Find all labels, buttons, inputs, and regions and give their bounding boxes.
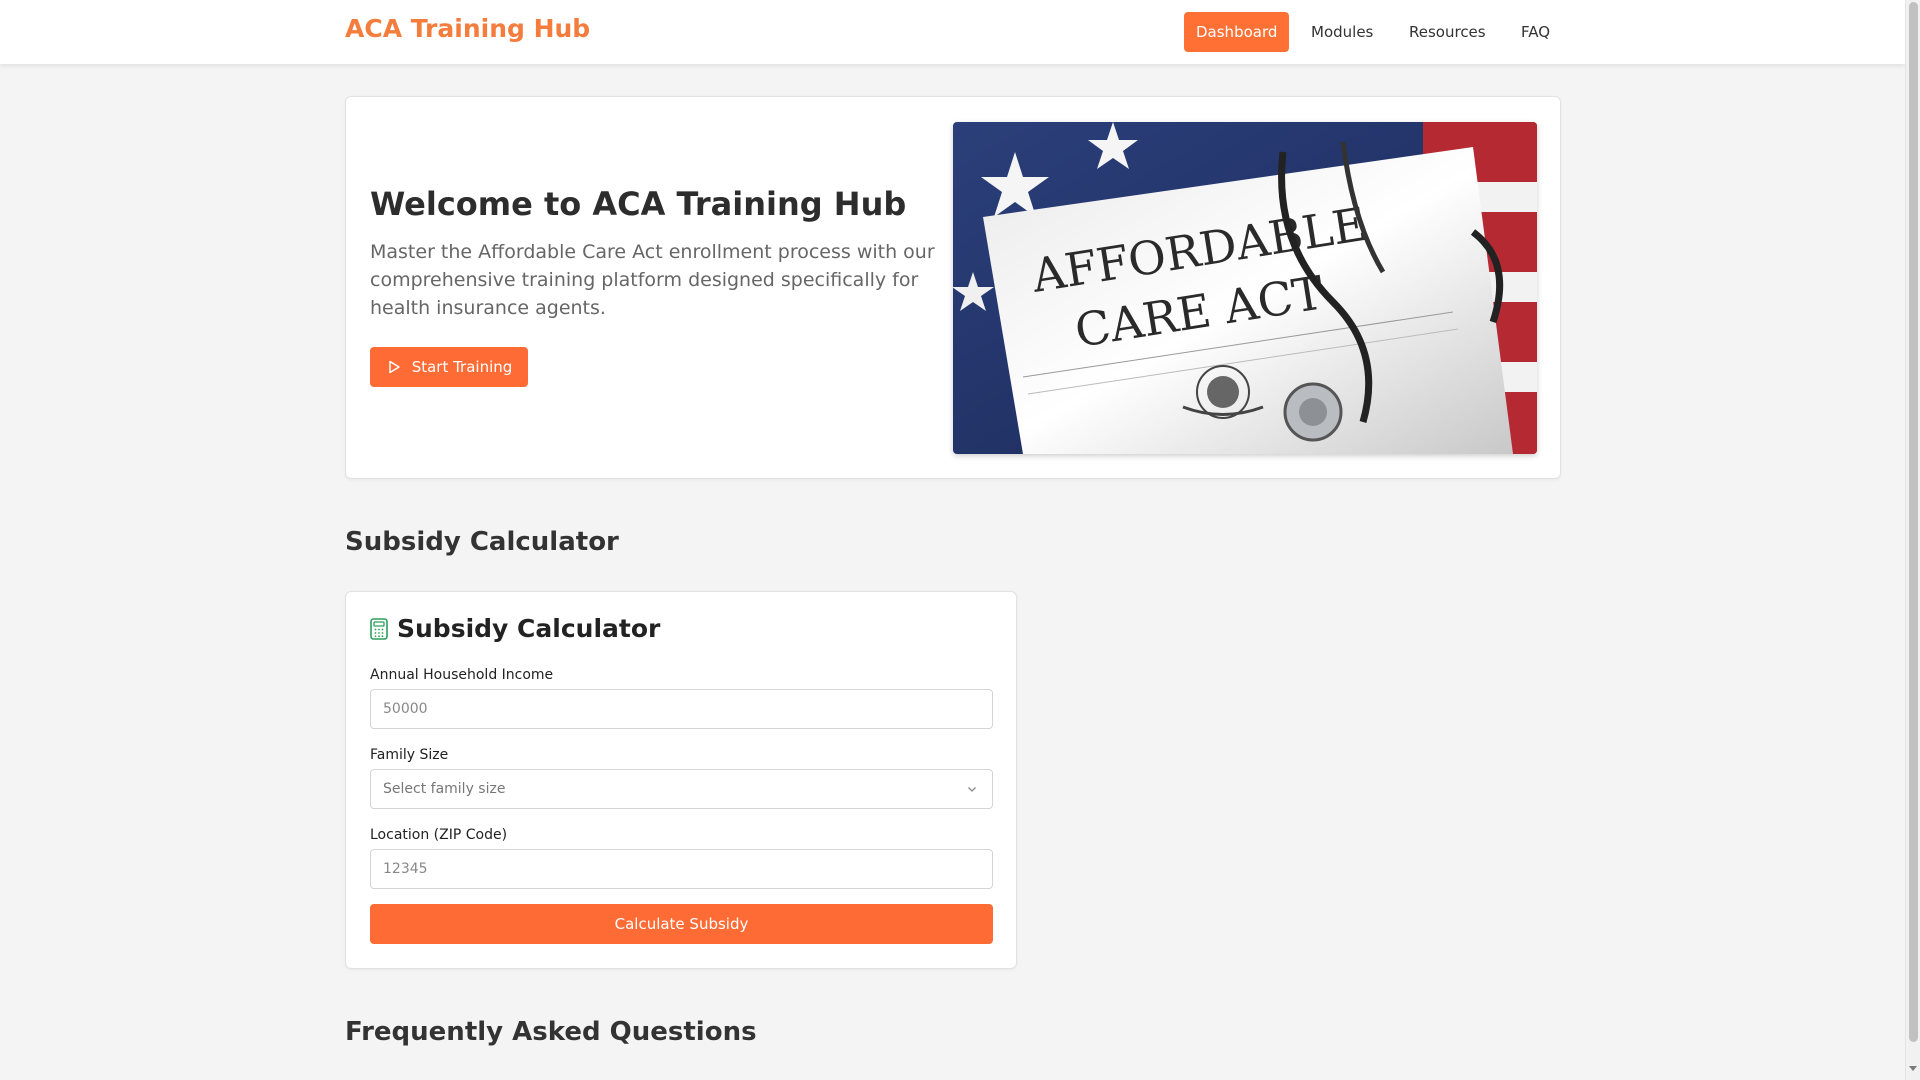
faq-section-heading: Frequently Asked Questions (345, 1017, 757, 1047)
subsidy-calculator-card: Subsidy Calculator Annual Household Inco… (345, 591, 1017, 969)
hero-card: Welcome to ACA Training Hub Master the A… (345, 96, 1561, 479)
page-scrollbar[interactable] (1905, 0, 1920, 1080)
calculator-section-heading: Subsidy Calculator (345, 527, 619, 557)
aca-document-illustration: AFFORDABLE CARE ACT (953, 122, 1537, 454)
zip-input[interactable] (383, 850, 980, 888)
nav-resources[interactable]: Resources (1397, 12, 1498, 52)
nav-faq[interactable]: FAQ (1509, 12, 1562, 52)
family-size-label: Family Size (370, 747, 449, 763)
aca-hero-image: AFFORDABLE CARE ACT (953, 122, 1537, 454)
brand-logo[interactable]: ACA Training Hub (345, 14, 590, 43)
top-navbar: ACA Training Hub Dashboard Modules Resou… (0, 0, 1905, 64)
zip-label: Location (ZIP Code) (370, 827, 508, 843)
start-training-label: Start Training (411, 358, 513, 376)
start-training-button[interactable]: Start Training (370, 347, 528, 387)
nav-dashboard[interactable]: Dashboard (1184, 12, 1290, 52)
calculate-subsidy-button[interactable]: Calculate Subsidy (370, 904, 993, 944)
calculator-card-header: Subsidy Calculator (370, 614, 660, 643)
scrollbar-thumb[interactable] (1909, 2, 1918, 1042)
family-size-value: Select family size (383, 781, 506, 797)
calculator-card-title: Subsidy Calculator (397, 614, 661, 643)
family-size-select[interactable]: Select family size (370, 769, 993, 809)
nav-modules[interactable]: Modules (1299, 12, 1385, 52)
income-input[interactable] (383, 690, 980, 728)
scroll-down-arrow-icon[interactable] (1909, 1066, 1917, 1071)
chevron-down-icon (968, 787, 976, 792)
hero-title: Welcome to ACA Training Hub (370, 185, 907, 223)
calculator-icon (370, 617, 388, 640)
income-field[interactable] (370, 689, 993, 729)
play-icon (388, 360, 400, 374)
zip-field[interactable] (370, 849, 993, 889)
hero-description: Master the Affordable Care Act enrollmen… (370, 241, 935, 319)
income-label: Annual Household Income (370, 667, 554, 683)
